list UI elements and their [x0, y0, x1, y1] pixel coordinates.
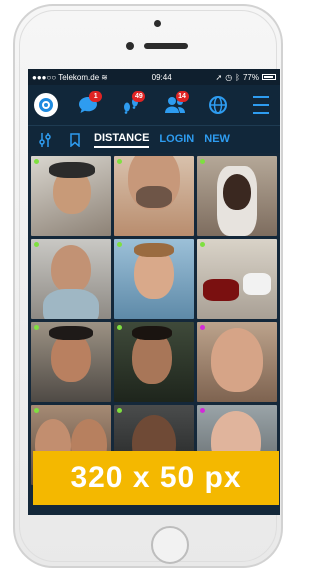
ad-size-label: 320 x 50 px	[70, 461, 242, 494]
battery-percent: 77%	[242, 72, 259, 82]
app-logo-icon[interactable]	[34, 93, 58, 117]
bluetooth-icon: ᛒ	[235, 72, 240, 82]
battery-icon	[262, 74, 276, 80]
online-indicator	[34, 242, 39, 247]
profile-tile[interactable]	[197, 156, 277, 236]
profile-grid	[28, 153, 280, 488]
visits-badge: 49	[132, 91, 146, 102]
profile-tile[interactable]	[197, 239, 277, 319]
profile-tile[interactable]	[31, 239, 111, 319]
friends-badge: 14	[175, 91, 189, 102]
chat-badge: 1	[89, 91, 103, 102]
bookmark-button[interactable]	[64, 129, 86, 151]
globe-icon	[208, 96, 227, 114]
menu-button[interactable]	[248, 92, 274, 118]
status-bar: ●●●○○ Telekom.de ≋ 09:44 ➚ ◷ ᛒ 77%	[28, 69, 280, 85]
clock: 09:44	[151, 72, 172, 82]
profile-tile[interactable]	[31, 322, 111, 402]
online-indicator	[34, 159, 39, 164]
online-indicator	[200, 242, 205, 247]
location-icon: ➚	[215, 72, 223, 82]
sort-tabs-bar: DISTANCE LOGIN NEW	[28, 125, 280, 153]
bookmark-icon	[70, 132, 80, 147]
app-screen: ●●●○○ Telekom.de ≋ 09:44 ➚ ◷ ᛒ 77% 1 49 …	[28, 69, 280, 515]
away-indicator	[200, 408, 205, 413]
online-indicator	[117, 408, 122, 413]
filter-sliders-icon	[39, 132, 51, 147]
friends-button[interactable]: 14	[162, 91, 189, 118]
globe-button[interactable]	[205, 92, 231, 118]
online-indicator	[34, 325, 39, 330]
front-sensor	[154, 20, 161, 27]
profile-tile[interactable]	[31, 156, 111, 236]
tab-new[interactable]: NEW	[204, 133, 230, 147]
menu-icon	[252, 96, 269, 98]
earpiece-speaker	[144, 43, 188, 49]
carrier-label: ●●●○○ Telekom.de	[32, 72, 100, 82]
ad-banner[interactable]: 320 x 50 px	[33, 451, 279, 505]
tab-distance[interactable]: DISTANCE	[94, 132, 150, 148]
visits-button[interactable]: 49	[118, 91, 146, 118]
tab-login[interactable]: LOGIN	[159, 133, 194, 147]
online-indicator	[117, 325, 122, 330]
online-indicator	[200, 159, 205, 164]
front-camera	[126, 42, 134, 50]
status-right: ➚ ◷ ᛒ 77%	[215, 73, 276, 82]
top-nav: 1 49 14	[28, 85, 280, 125]
filter-button[interactable]	[34, 129, 56, 151]
status-left: ●●●○○ Telekom.de ≋	[32, 73, 108, 82]
online-indicator	[117, 242, 122, 247]
chat-button[interactable]: 1	[75, 91, 103, 118]
profile-tile[interactable]	[114, 322, 194, 402]
alarm-icon: ◷	[225, 72, 233, 82]
online-indicator	[34, 408, 39, 413]
home-button[interactable]	[151, 526, 189, 564]
profile-tile[interactable]	[197, 322, 277, 402]
away-indicator	[200, 325, 205, 330]
profile-tile[interactable]	[114, 156, 194, 236]
profile-tile[interactable]	[114, 239, 194, 319]
online-indicator	[117, 159, 122, 164]
wifi-icon: ≋	[101, 72, 108, 82]
